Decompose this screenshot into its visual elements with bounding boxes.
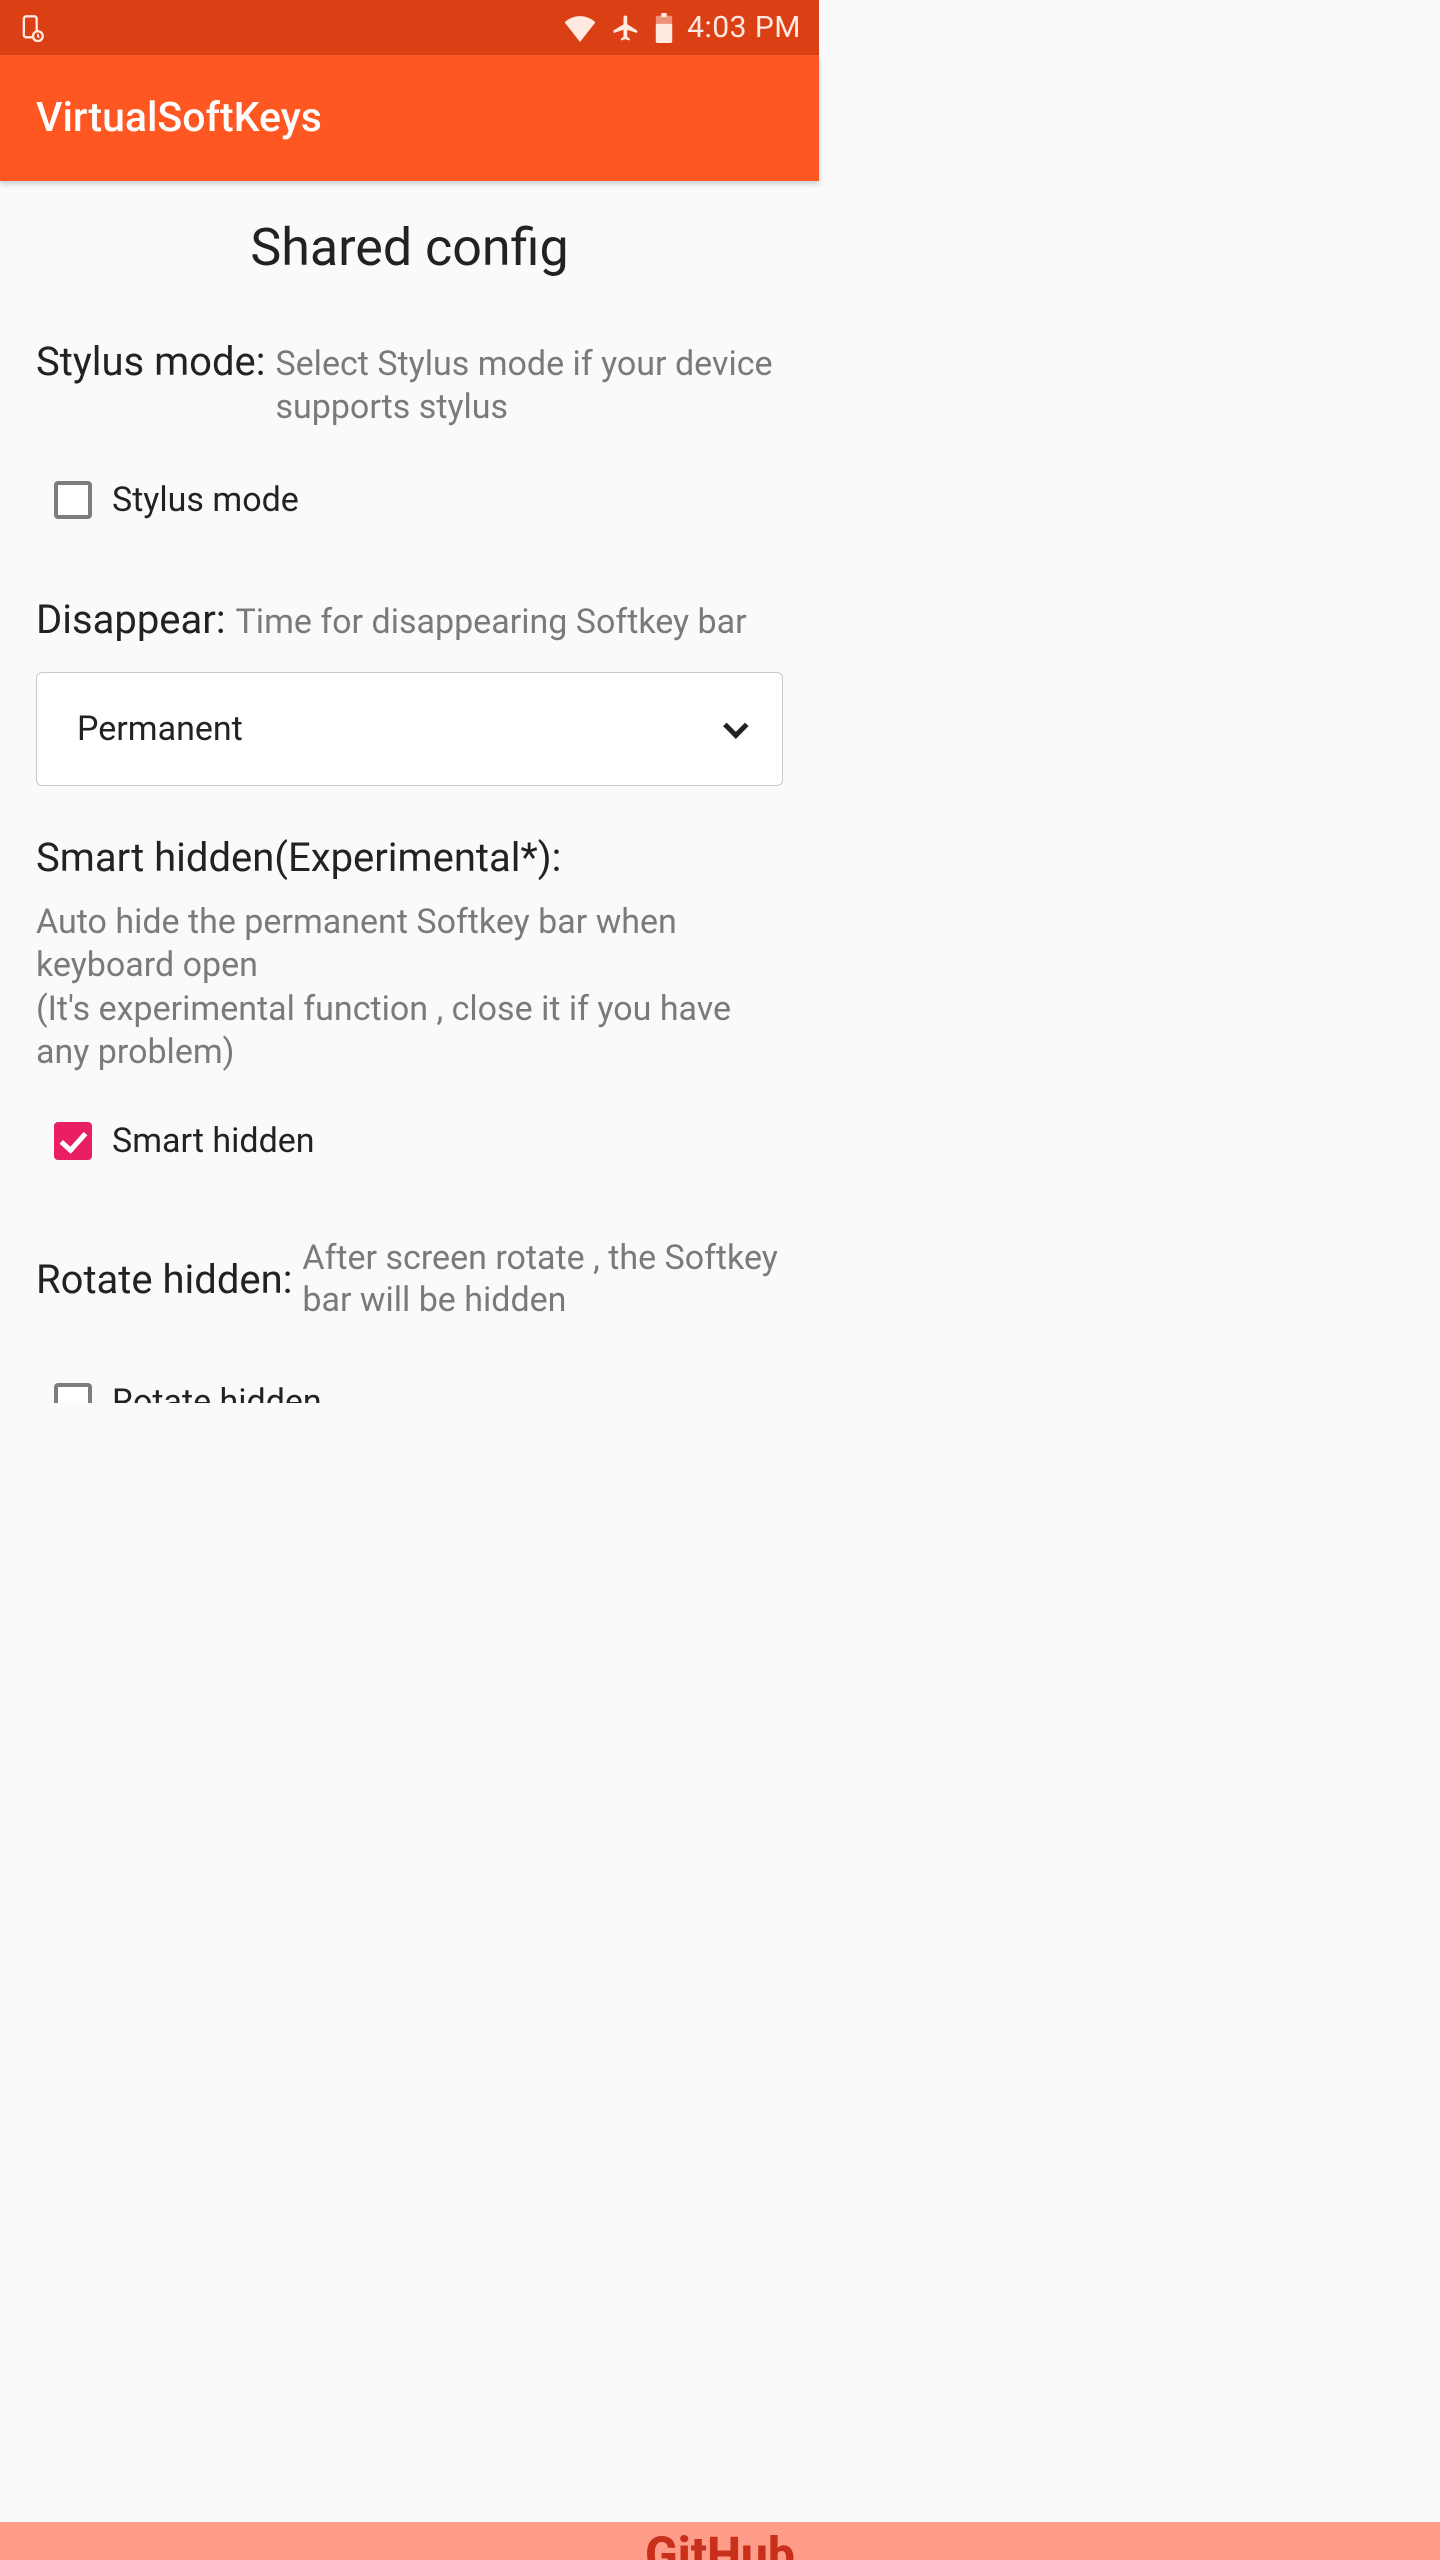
- stylus-mode-description: Select Stylus mode if your device suppor…: [275, 343, 783, 428]
- app-title: VirtualSoftKeys: [36, 94, 322, 142]
- disappear-selected-value: Permanent: [77, 709, 243, 749]
- page-title: Shared config: [36, 217, 783, 278]
- rotate-hidden-label: Rotate hidden:: [36, 1256, 292, 1303]
- device-overlay-icon: [18, 14, 46, 42]
- rotate-hidden-description: After screen rotate , the Softkey bar wi…: [302, 1237, 783, 1322]
- github-link[interactable]: GitHub: [645, 2522, 795, 2560]
- smart-hidden-checkbox-row[interactable]: Smart hidden: [36, 1121, 783, 1161]
- rotate-hidden-checkbox-row[interactable]: Rotate hidden: [36, 1382, 783, 1403]
- footer-link-bar[interactable]: GitHub: [0, 2522, 1440, 2560]
- wifi-icon: [563, 14, 597, 42]
- stylus-mode-checkbox-label: Stylus mode: [112, 480, 299, 520]
- smart-hidden-heading: Smart hidden(Experimental*):: [36, 834, 783, 881]
- disappear-description: Time for disappearing Softkey bar: [236, 601, 747, 644]
- smart-hidden-description: Auto hide the permanent Softkey bar when…: [36, 901, 783, 1075]
- settings-content: Shared config Stylus mode: Select Stylus…: [0, 181, 819, 1403]
- app-bar: VirtualSoftKeys: [0, 55, 819, 181]
- disappear-select[interactable]: Permanent: [36, 672, 783, 786]
- stylus-mode-checkbox[interactable]: [54, 481, 92, 519]
- rotate-hidden-row: Rotate hidden: After screen rotate , the…: [36, 1237, 783, 1322]
- stylus-mode-checkbox-row[interactable]: Stylus mode: [36, 480, 783, 520]
- stylus-mode-row: Stylus mode: Select Stylus mode if your …: [36, 338, 783, 428]
- rotate-hidden-checkbox-label: Rotate hidden: [112, 1382, 322, 1403]
- chevron-down-icon: [723, 713, 748, 738]
- smart-hidden-checkbox-label: Smart hidden: [112, 1121, 315, 1161]
- battery-icon: [655, 13, 673, 43]
- disappear-label: Disappear:: [36, 596, 226, 643]
- smart-hidden-checkbox[interactable]: [54, 1122, 92, 1160]
- status-clock: 4:03 PM: [687, 10, 801, 45]
- airplane-mode-icon: [611, 13, 641, 43]
- rotate-hidden-checkbox[interactable]: [54, 1383, 92, 1403]
- status-bar: 4:03 PM: [0, 0, 819, 55]
- stylus-mode-label: Stylus mode:: [36, 338, 265, 385]
- disappear-row: Disappear: Time for disappearing Softkey…: [36, 596, 783, 644]
